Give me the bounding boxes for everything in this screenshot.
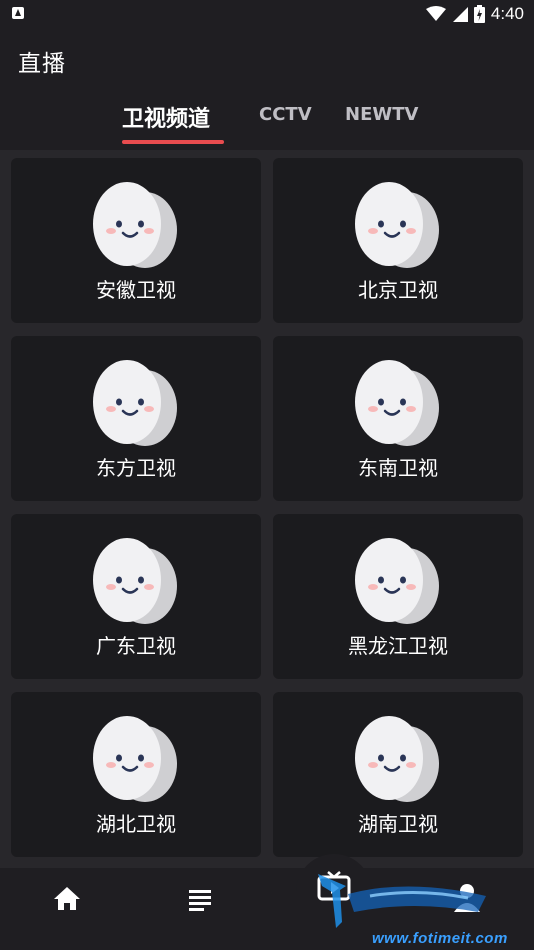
- egg-mascot-icon: [355, 538, 439, 624]
- home-icon: [54, 887, 80, 910]
- tab-newtv[interactable]: NEWTV: [345, 104, 418, 125]
- status-time: 4:40: [490, 4, 524, 23]
- channel-card[interactable]: 湖南卫视: [273, 692, 523, 857]
- channel-name: 广东卫视: [96, 634, 176, 658]
- channel-name: 北京卫视: [358, 278, 438, 302]
- channel-tabs: 卫视频道 CCTV NEWTV: [0, 92, 534, 150]
- channel-name: 湖北卫视: [96, 812, 176, 836]
- status-bar: 4:40: [0, 0, 534, 28]
- egg-mascot-icon: [93, 538, 177, 624]
- channel-card[interactable]: 安徽卫视: [11, 158, 261, 323]
- channel-card[interactable]: 北京卫视: [273, 158, 523, 323]
- watermark-logo: [318, 874, 486, 928]
- channel-card[interactable]: 东方卫视: [11, 336, 261, 501]
- egg-mascot-icon: [355, 182, 439, 268]
- wifi-icon: [425, 6, 446, 21]
- egg-mascot-icon: [93, 182, 177, 268]
- signal-icon: [452, 7, 468, 22]
- egg-mascot-icon: [93, 360, 177, 446]
- nav-list[interactable]: [180, 878, 220, 918]
- channel-card[interactable]: 湖北卫视: [11, 692, 261, 857]
- channel-name: 东方卫视: [96, 456, 176, 480]
- status-indicators: 4:40: [425, 4, 524, 24]
- page-title: 直播: [18, 51, 66, 77]
- channel-name: 东南卫视: [358, 456, 438, 480]
- channel-card[interactable]: 东南卫视: [273, 336, 523, 501]
- channel-name: 安徽卫视: [96, 278, 176, 302]
- tab-cctv[interactable]: CCTV: [259, 104, 312, 125]
- channel-card[interactable]: 广东卫视: [11, 514, 261, 679]
- app-bar: 直播: [0, 28, 534, 92]
- egg-mascot-icon: [355, 716, 439, 802]
- notification-icon: [12, 7, 24, 19]
- channel-name: 湖南卫视: [358, 812, 438, 836]
- nav-home[interactable]: [47, 878, 87, 918]
- channel-card[interactable]: 黑龙江卫视: [273, 514, 523, 679]
- battery-icon: [473, 5, 485, 23]
- channel-name: 黑龙江卫视: [348, 634, 448, 658]
- list-icon: [189, 890, 211, 911]
- watermark-text: www.fotimeit.com: [372, 930, 508, 947]
- egg-mascot-icon: [93, 716, 177, 802]
- tab-satellite[interactable]: 卫视频道: [122, 101, 210, 133]
- egg-mascot-icon: [355, 360, 439, 446]
- channel-grid: 安徽卫视 北京卫视东方卫视 东南卫视广东卫视 黑龙江卫视湖北卫视 湖南卫视: [0, 150, 534, 868]
- active-tab-indicator: [122, 140, 224, 144]
